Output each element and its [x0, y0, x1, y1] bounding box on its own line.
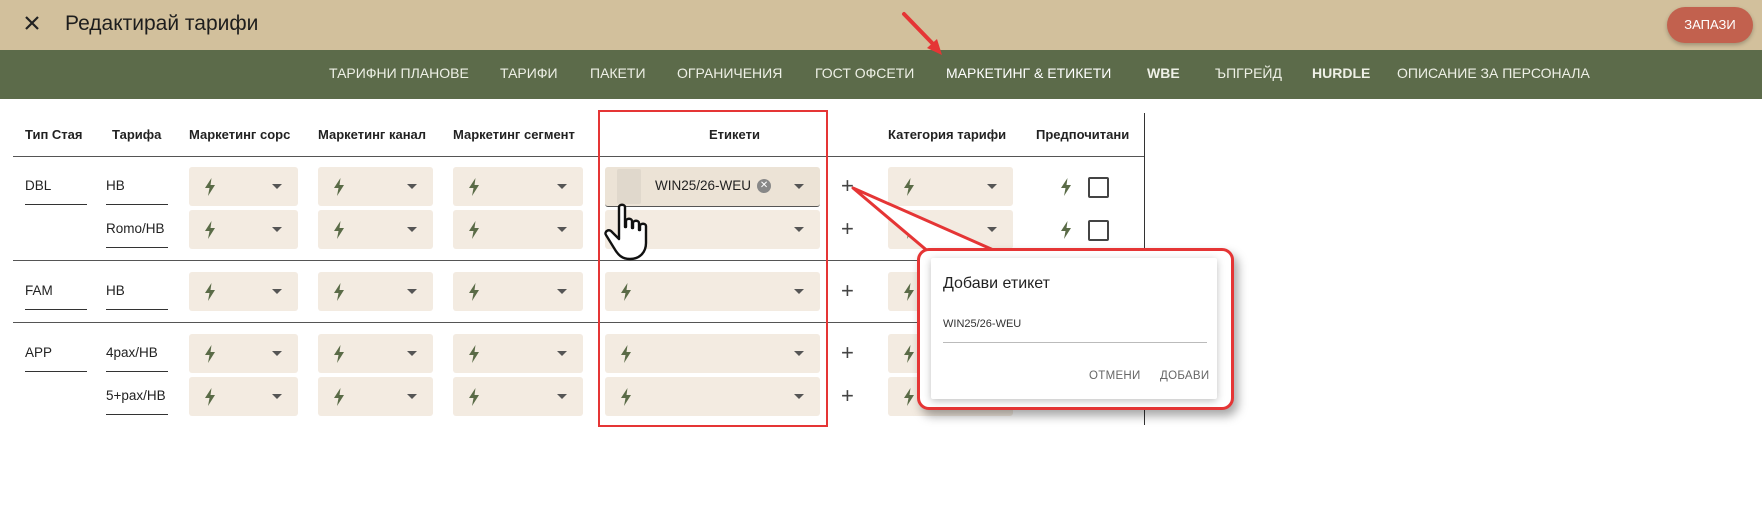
- marketing-segment-select[interactable]: [453, 377, 583, 416]
- header-preferred: Предпочитани: [1036, 127, 1130, 142]
- header-marketing-segment: Маркетинг сегмент: [453, 127, 575, 142]
- dropdown-arrow-icon[interactable]: [557, 351, 567, 356]
- dropdown-arrow-icon[interactable]: [407, 394, 417, 399]
- bolt-icon[interactable]: [204, 388, 216, 406]
- room-type-cell: APP: [25, 345, 53, 360]
- dropdown-arrow-icon[interactable]: [272, 351, 282, 356]
- marketing-channel-select[interactable]: [318, 334, 433, 373]
- marketing-source-select[interactable]: [189, 377, 298, 416]
- bolt-icon[interactable]: [204, 345, 216, 363]
- page-title: Редактирай тарифи: [65, 12, 259, 35]
- preferred-checkbox[interactable]: [1088, 177, 1109, 198]
- bolt-icon[interactable]: [468, 345, 480, 363]
- tab-wbe[interactable]: WBE: [1147, 50, 1180, 99]
- tab-rate-plans[interactable]: ТАРИФНИ ПЛАНОВЕ: [329, 50, 469, 99]
- tab-restrictions[interactable]: ОГРАНИЧЕНИЯ: [677, 50, 782, 99]
- bolt-icon[interactable]: [204, 178, 216, 196]
- dropdown-arrow-icon[interactable]: [407, 289, 417, 294]
- marketing-source-select[interactable]: [189, 272, 298, 311]
- bolt-icon[interactable]: [204, 283, 216, 301]
- marketing-source-select[interactable]: [189, 167, 298, 206]
- cell-underline: [106, 414, 168, 415]
- tab-hurdle[interactable]: HURDLE: [1312, 50, 1370, 99]
- cell-underline: [25, 204, 87, 205]
- dropdown-arrow-icon[interactable]: [557, 227, 567, 232]
- red-arrow-annotation: [902, 12, 942, 55]
- plus-icon[interactable]: +: [841, 342, 854, 364]
- add-button[interactable]: ДОБАВИ: [1160, 370, 1209, 382]
- bolt-icon[interactable]: [468, 283, 480, 301]
- dropdown-arrow-icon[interactable]: [272, 394, 282, 399]
- tab-bar: ТАРИФНИ ПЛАНОВЕ ТАРИФИ ПАКЕТИ ОГРАНИЧЕНИ…: [0, 50, 1762, 101]
- top-bar: Редактирай тарифи ЗАПАЗИ: [0, 0, 1762, 50]
- tab-packages[interactable]: ПАКЕТИ: [590, 50, 646, 99]
- tags-column-highlight: [598, 110, 828, 427]
- marketing-segment-select[interactable]: [453, 167, 583, 206]
- rate-cell: Romo/HB: [106, 221, 165, 236]
- bolt-icon[interactable]: [1060, 221, 1072, 239]
- marketing-segment-select[interactable]: [453, 272, 583, 311]
- cell-underline: [106, 371, 168, 372]
- bolt-icon[interactable]: [903, 388, 915, 406]
- header-rate-category: Категория тарифи: [888, 127, 1007, 142]
- bolt-icon[interactable]: [333, 345, 345, 363]
- dropdown-arrow-icon[interactable]: [407, 184, 417, 189]
- bolt-icon[interactable]: [468, 221, 480, 239]
- bolt-icon[interactable]: [333, 283, 345, 301]
- tab-rates[interactable]: ТАРИФИ: [500, 50, 558, 99]
- header-room-type: Тип Стая: [25, 127, 83, 142]
- room-type-cell: FAM: [25, 283, 53, 298]
- marketing-source-select[interactable]: [189, 210, 298, 249]
- bolt-icon[interactable]: [468, 178, 480, 196]
- input-underline: [943, 342, 1207, 343]
- header-rate: Тарифа: [112, 127, 162, 142]
- dropdown-arrow-icon[interactable]: [272, 227, 282, 232]
- marketing-channel-select[interactable]: [318, 167, 433, 206]
- cancel-button[interactable]: ОТМЕНИ: [1089, 370, 1141, 382]
- marketing-segment-select[interactable]: [453, 210, 583, 249]
- cell-underline: [106, 309, 168, 310]
- dropdown-arrow-icon[interactable]: [272, 289, 282, 294]
- rate-cell: 5+pax/HB: [106, 388, 166, 403]
- marketing-channel-select[interactable]: [318, 272, 433, 311]
- add-tag-dialog: Добави етикет WIN25/26-WEU ОТМЕНИ ДОБАВИ: [931, 258, 1217, 399]
- plus-icon[interactable]: +: [841, 385, 854, 407]
- row-divider: [13, 156, 1145, 157]
- dialog-title: Добави етикет: [943, 275, 1050, 292]
- header-marketing-source: Маркетинг сорс: [189, 127, 291, 142]
- tab-marketing-tags[interactable]: МАРКЕТИНГ & ЕТИКЕТИ: [946, 50, 1112, 101]
- marketing-channel-select[interactable]: [318, 377, 433, 416]
- close-icon[interactable]: [20, 11, 44, 35]
- tag-input[interactable]: WIN25/26-WEU: [943, 318, 1021, 330]
- dropdown-arrow-icon[interactable]: [407, 227, 417, 232]
- tab-staff-description[interactable]: ОПИСАНИЕ ЗА ПЕРСОНАЛА: [1397, 50, 1590, 99]
- save-button[interactable]: ЗАПАЗИ: [1667, 7, 1753, 43]
- header-marketing-channel: Маркетинг канал: [318, 127, 427, 142]
- bolt-icon[interactable]: [903, 345, 915, 363]
- rate-cell: HB: [106, 283, 125, 298]
- cell-underline: [106, 204, 168, 205]
- marketing-segment-select[interactable]: [453, 334, 583, 373]
- dropdown-arrow-icon[interactable]: [407, 351, 417, 356]
- marketing-source-select[interactable]: [189, 334, 298, 373]
- dropdown-arrow-icon[interactable]: [272, 184, 282, 189]
- tab-upgrade[interactable]: ЪПГРЕЙД: [1215, 50, 1282, 99]
- bolt-icon[interactable]: [1060, 178, 1072, 196]
- bolt-icon[interactable]: [468, 388, 480, 406]
- bolt-icon[interactable]: [333, 221, 345, 239]
- rate-cell: HB: [106, 178, 125, 193]
- cell-underline: [25, 371, 87, 372]
- rate-cell: 4pax/HB: [106, 345, 158, 360]
- bolt-icon[interactable]: [333, 388, 345, 406]
- marketing-channel-select[interactable]: [318, 210, 433, 249]
- bolt-icon[interactable]: [204, 221, 216, 239]
- dropdown-arrow-icon[interactable]: [557, 289, 567, 294]
- cell-underline: [106, 247, 168, 248]
- dropdown-arrow-icon[interactable]: [557, 184, 567, 189]
- cell-underline: [25, 309, 87, 310]
- bolt-icon[interactable]: [333, 178, 345, 196]
- room-type-cell: DBL: [25, 178, 52, 193]
- preferred-checkbox[interactable]: [1088, 220, 1109, 241]
- dropdown-arrow-icon[interactable]: [557, 394, 567, 399]
